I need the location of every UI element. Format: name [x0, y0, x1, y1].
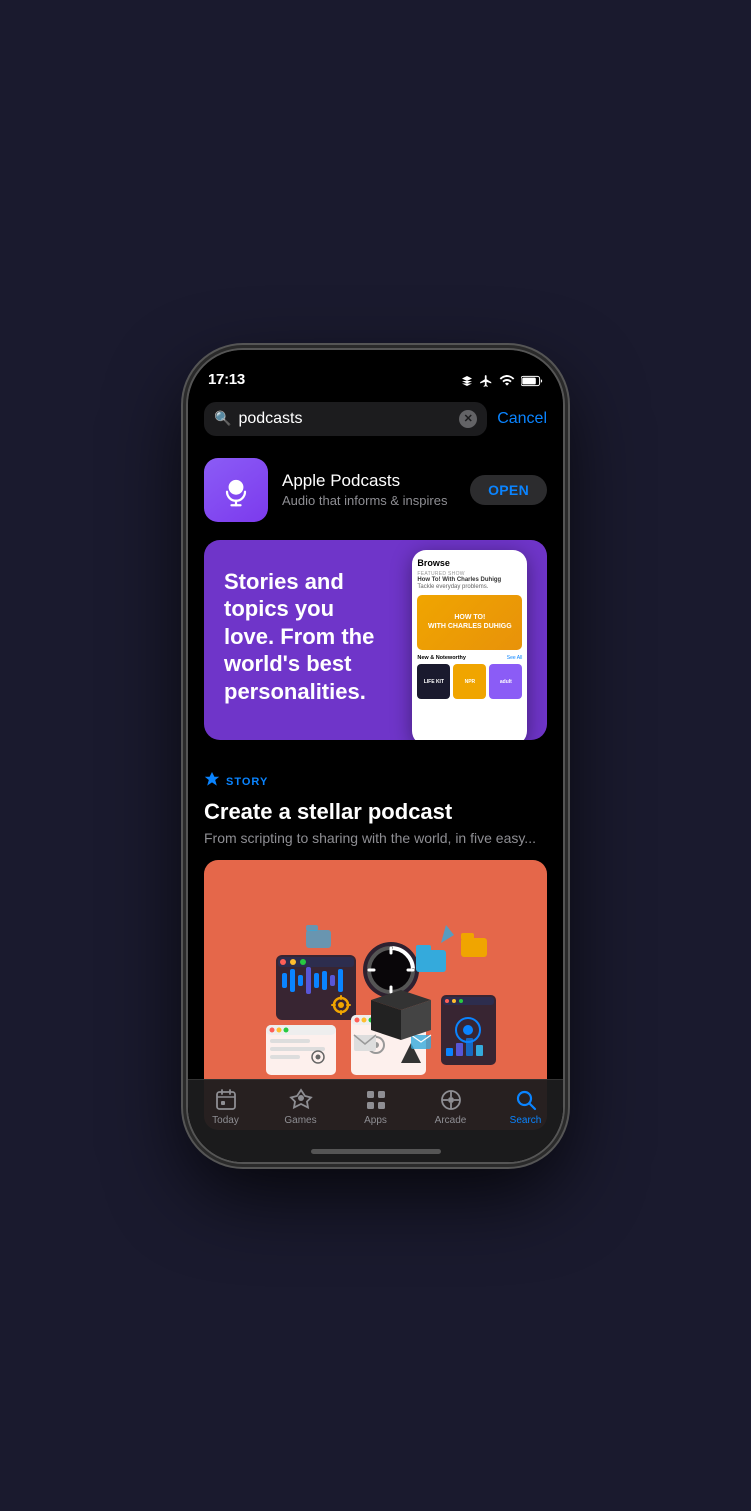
open-button[interactable]: OPEN [470, 475, 547, 505]
mini-see-all: See All [507, 655, 523, 661]
banner-headline: Stories and topics you love. From the wo… [224, 568, 383, 706]
mini-howto-card: HOW TO!WITH CHARLES DUHIGG [417, 595, 522, 650]
tab-search-label: Search [510, 1115, 542, 1126]
featured-banner[interactable]: Stories and topics you love. From the wo… [204, 540, 547, 740]
search-tab-icon [514, 1088, 538, 1112]
mini-browse-label: Browse [417, 558, 522, 568]
airplane-icon [479, 374, 493, 388]
story-label-row: STORY [204, 772, 547, 793]
tab-games[interactable]: Games [263, 1088, 338, 1126]
app-result-row[interactable]: Apple Podcasts Audio that informs & insp… [188, 446, 563, 534]
tab-today-label: Today [212, 1115, 239, 1126]
status-time: 17:13 [208, 371, 245, 388]
mini-phone: Browse FEATURED SHOW How To! With Charle… [412, 550, 527, 740]
search-icon: 🔍 [214, 410, 231, 427]
search-clear-button[interactable]: ✕ [459, 410, 477, 428]
tab-search[interactable]: Search [488, 1088, 563, 1126]
story-illustration-svg [246, 895, 506, 1095]
content-area: Apple Podcasts Audio that informs & insp… [188, 446, 563, 1162]
story-subtitle: From scripting to sharing with the world… [204, 830, 547, 846]
story-appstore-icon [204, 772, 220, 793]
mini-podcast-cards: LIFE KIT NPR adult [417, 664, 522, 699]
tab-today[interactable]: Today [188, 1088, 263, 1126]
tab-apps[interactable]: Apps [338, 1088, 413, 1126]
tab-apps-label: Apps [364, 1115, 387, 1126]
mini-card-3: adult [489, 664, 522, 699]
notch [296, 350, 456, 380]
battery-icon [521, 375, 543, 387]
mini-card-1: LIFE KIT [417, 664, 450, 699]
mini-section-title: New & Noteworthy [417, 655, 466, 661]
app-name: Apple Podcasts [282, 471, 456, 491]
podcasts-icon-svg [218, 472, 254, 508]
banner-phone-mockup: Browse FEATURED SHOW How To! With Charle… [403, 540, 547, 740]
search-bar-container: 🔍 podcasts ✕ Cancel [188, 394, 563, 446]
tab-arcade-label: Arcade [435, 1115, 467, 1126]
tab-games-label: Games [284, 1115, 316, 1126]
wifi-icon [499, 375, 515, 387]
app-icon-podcasts [204, 458, 268, 522]
arcade-icon [439, 1088, 463, 1112]
story-title: Create a stellar podcast [204, 799, 547, 825]
story-tag: STORY [226, 776, 268, 788]
mini-howto-text: HOW TO!WITH CHARLES DUHIGG [428, 614, 512, 631]
banner-text: Stories and topics you love. From the wo… [204, 540, 403, 740]
store-icon-svg [204, 772, 220, 788]
search-input-wrapper[interactable]: 🔍 podcasts ✕ [204, 402, 487, 436]
phone-frame: 17:13 [188, 350, 563, 1162]
app-subtitle: Audio that informs & inspires [282, 493, 456, 508]
phone-screen: 17:13 [188, 350, 563, 1162]
tab-arcade[interactable]: Arcade [413, 1088, 488, 1126]
home-indicator [311, 1149, 441, 1154]
mini-new-noteworthy: New & Noteworthy See All LIFE KIT NPR ad… [417, 655, 522, 699]
cancel-button[interactable]: Cancel [497, 410, 547, 428]
status-icons [461, 374, 543, 388]
mini-card-2: NPR [453, 664, 486, 699]
games-icon [289, 1088, 313, 1112]
location-icon [461, 375, 473, 387]
search-query-text: podcasts [238, 410, 452, 428]
app-info: Apple Podcasts Audio that informs & insp… [282, 471, 456, 508]
today-icon [214, 1088, 238, 1112]
apps-icon [364, 1088, 388, 1112]
mini-show-title: How To! With Charles DuhiggTackle everyd… [417, 577, 522, 593]
